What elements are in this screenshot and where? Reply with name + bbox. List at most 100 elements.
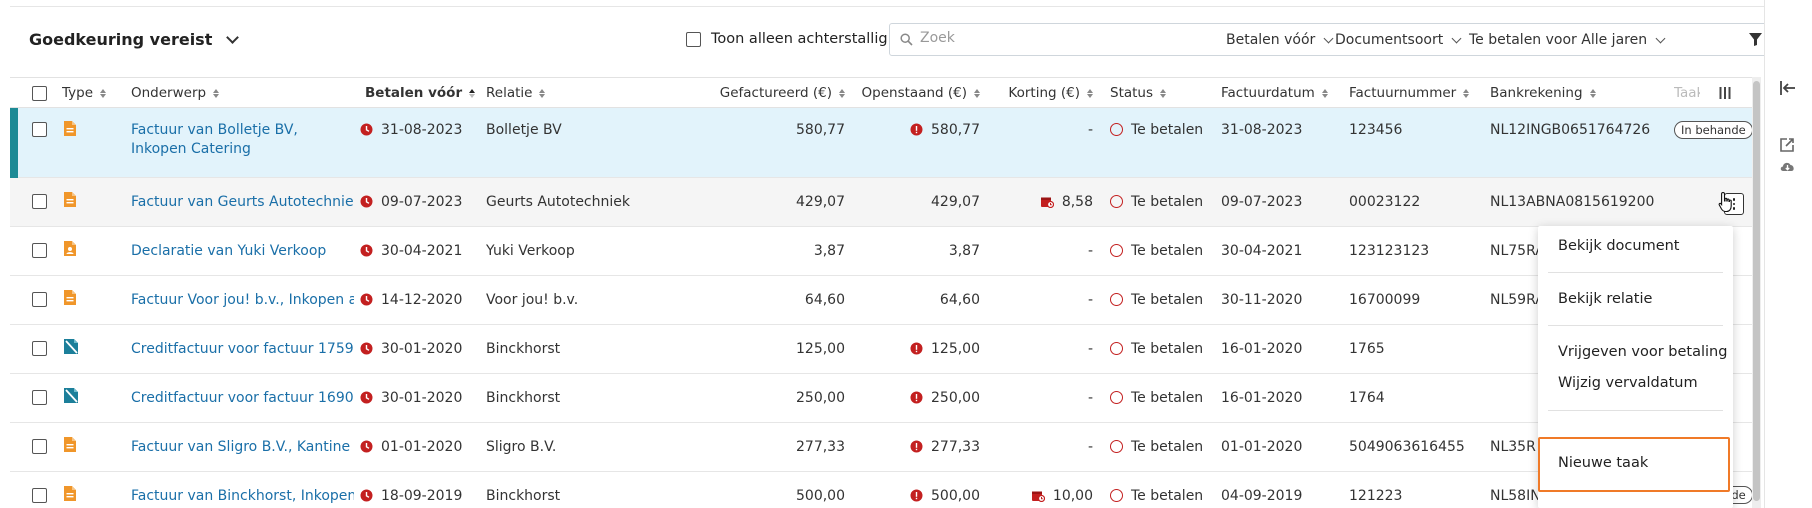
filter-label: Betalen vóór [1226, 32, 1316, 48]
filter-funnel-icon[interactable] [1748, 32, 1763, 47]
filter-label: Documentsoort [1335, 32, 1444, 48]
cloud-download-icon[interactable] [1779, 160, 1796, 173]
subject-link[interactable]: Factuur van Sligro B.V., Kantine ( [131, 437, 354, 457]
column-header-outstanding[interactable]: Openstaand (€) [845, 83, 980, 103]
view-selector[interactable]: Goedkeuring vereist [29, 30, 240, 49]
status: Te betalen [1110, 290, 1215, 310]
sort-icon [1321, 88, 1328, 98]
status: Te betalen [1110, 120, 1215, 140]
overdue-label: Toon alleen achterstallig [711, 31, 888, 47]
search-input[interactable] [920, 30, 1220, 46]
alert-icon [910, 489, 923, 502]
overdue-filter[interactable]: Toon alleen achterstallig [686, 31, 888, 47]
subject-link-line2[interactable]: Inkopen Catering [131, 139, 354, 159]
bank-account: NL13ABNA0815619200 [1490, 194, 1655, 210]
invoice-icon [63, 436, 77, 457]
status-open-icon [1110, 489, 1123, 502]
menu-item-release-payment[interactable]: Vrijgeven voor betaling [1558, 344, 1727, 360]
status: Te betalen [1110, 388, 1215, 408]
column-header-invoice-date[interactable]: Factuurdatum [1221, 83, 1328, 103]
sort-icon [100, 88, 107, 98]
discount-amount: 10,00 [980, 486, 1093, 506]
menu-item-change-due-date[interactable]: Wijzig vervaldatum [1558, 375, 1698, 391]
creditnote-icon [63, 338, 79, 359]
column-header-invoiced[interactable]: Gefactureerd (€) [690, 83, 845, 103]
sort-icon [1589, 88, 1596, 98]
external-link-icon[interactable] [1779, 137, 1795, 153]
invoice-date: 09-07-2023 [1221, 194, 1303, 210]
column-header-invoice-number[interactable]: Factuurnummer [1349, 83, 1470, 103]
invoiced-amount: 277,33 [796, 439, 845, 455]
subject-link[interactable]: Factuur van Binckhorst, Inkopen [131, 486, 354, 506]
status: Te betalen [1110, 486, 1215, 506]
invoice-number: 121223 [1349, 488, 1403, 504]
sort-icon [469, 88, 476, 98]
table-row[interactable]: Factuur van Binckhorst, Inkopen 18-09-201… [10, 472, 1752, 508]
column-header-bank-account[interactable]: Bankrekening [1490, 83, 1596, 103]
table-row[interactable]: Factuur van Bolletje BV, Inkopen Catering… [10, 108, 1752, 178]
subject-link[interactable]: Factuur van Bolletje BV, [131, 120, 354, 140]
invoice-date: 30-11-2020 [1221, 292, 1303, 308]
row-checkbox[interactable] [32, 488, 47, 503]
discount-amount: - [1087, 439, 1093, 455]
subject-link[interactable]: Creditfactuur voor factuur 1759 [131, 339, 354, 359]
menu-divider [1548, 410, 1723, 411]
column-settings-icon[interactable] [1718, 86, 1732, 100]
table-row[interactable]: Factuur van Sligro B.V., Kantine ( 01-01-… [10, 423, 1752, 472]
row-checkbox[interactable] [32, 243, 47, 258]
row-checkbox[interactable] [32, 122, 47, 137]
invoiced-amount: 429,07 [796, 194, 845, 210]
expense-icon [63, 240, 77, 261]
menu-item-new-task[interactable]: Nieuwe taak [1558, 455, 1648, 471]
column-header-type[interactable]: Type [62, 83, 107, 103]
discount-amount: - [1087, 292, 1093, 308]
outstanding-amount: 125,00 [845, 339, 980, 359]
outstanding-amount: 277,33 [845, 437, 980, 457]
vertical-scrollbar[interactable] [1752, 77, 1761, 508]
invoiced-amount: 64,60 [804, 292, 845, 308]
column-header-task[interactable]: Taak [1674, 83, 1700, 103]
subject-link[interactable]: Creditfactuur voor factuur 1690 [131, 388, 354, 408]
sort-icon [539, 88, 546, 98]
status: Te betalen [1110, 241, 1215, 261]
row-checkbox[interactable] [32, 341, 47, 356]
relation: Yuki Verkoop [486, 243, 575, 259]
filter-year[interactable]: Te betalen voor Alle jaren [1469, 32, 1666, 48]
menu-item-view-relation[interactable]: Bekijk relatie [1558, 291, 1652, 307]
subject-link[interactable]: Factuur van Geurts Autotechniek [131, 192, 354, 212]
column-header-discount[interactable]: Korting (€) [980, 83, 1093, 103]
task-badge: In behande [1674, 120, 1752, 140]
menu-item-view-document[interactable]: Bekijk document [1558, 238, 1680, 254]
column-header-subject[interactable]: Onderwerp [131, 83, 220, 103]
table-row[interactable]: Factuur van Geurts Autotechniek 09-07-202… [10, 178, 1752, 227]
outstanding-amount: 64,60 [939, 292, 980, 308]
due-date: 01-01-2020 [360, 437, 480, 457]
table-row[interactable]: Creditfactuur voor factuur 1759 30-01-202… [10, 325, 1752, 374]
filter-due-date[interactable]: Betalen vóór [1226, 32, 1334, 48]
scrollbar-thumb[interactable] [1753, 81, 1760, 501]
filter-document-type[interactable]: Documentsoort [1335, 32, 1462, 48]
column-header-relation[interactable]: Relatie [486, 83, 546, 103]
subject-link[interactable]: Factuur Voor jou! b.v., Inkopen ar [131, 290, 354, 310]
subject-link[interactable]: Declaratie van Yuki Verkoop [131, 241, 354, 261]
row-checkbox[interactable] [32, 194, 47, 209]
collapse-panel-icon[interactable] [1779, 80, 1797, 96]
app-frame: Goedkeuring vereist Toon alleen achterst… [0, 0, 1812, 508]
invoice-number: 00023122 [1349, 194, 1421, 210]
search-bar: Betalen vóór Documentsoort Te betalen vo… [889, 23, 1772, 56]
invoice-number: 1764 [1349, 390, 1385, 406]
row-checkbox[interactable] [32, 292, 47, 307]
row-checkbox[interactable] [32, 390, 47, 405]
overdue-checkbox[interactable] [686, 31, 701, 47]
invoice-icon [63, 191, 77, 212]
column-header-status[interactable]: Status [1110, 83, 1167, 103]
invoiced-amount: 250,00 [796, 390, 845, 406]
row-checkbox[interactable] [32, 439, 47, 454]
table-row[interactable]: Factuur Voor jou! b.v., Inkopen ar 14-12-… [10, 276, 1752, 325]
relation: Binckhorst [486, 488, 561, 504]
select-all-checkbox[interactable] [32, 86, 47, 101]
table-row[interactable]: Declaratie van Yuki Verkoop 30-04-2021 Yuk… [10, 227, 1752, 276]
overdue-clock-icon [360, 195, 373, 208]
column-header-due-date[interactable]: Betalen vóór [365, 83, 476, 103]
table-row[interactable]: Creditfactuur voor factuur 1690 30-01-202… [10, 374, 1752, 423]
